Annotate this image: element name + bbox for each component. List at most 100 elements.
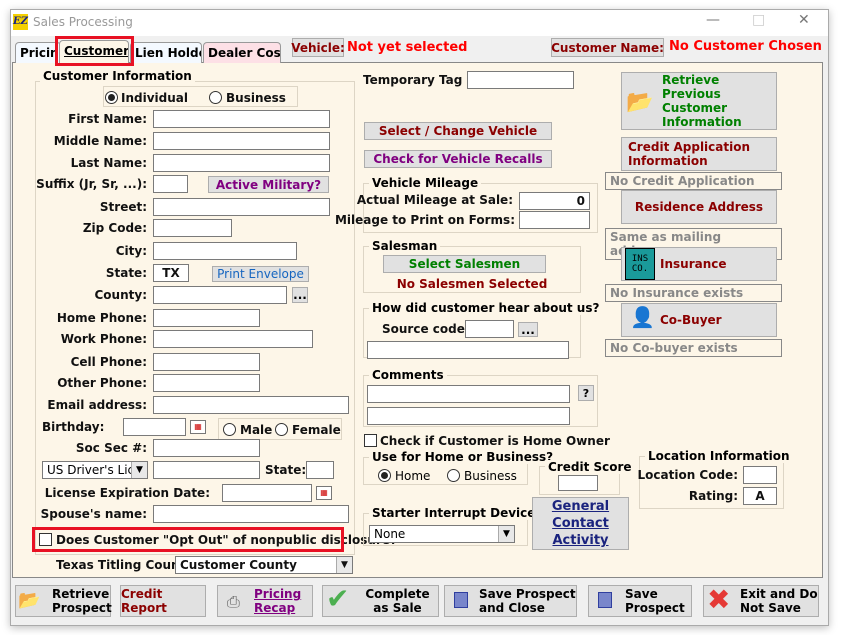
calendar-icon[interactable]: ▦ [316, 486, 332, 500]
spouse-input[interactable] [153, 505, 349, 523]
close-button[interactable]: ✕ [798, 12, 810, 28]
actual-mileage-input[interactable]: 0 [519, 192, 590, 210]
credit-application-button[interactable]: Credit Application Information [621, 137, 777, 171]
print-mileage-label: Mileage to Print on Forms: [334, 213, 515, 227]
other-phone-input[interactable] [153, 374, 260, 392]
suffix-input[interactable] [153, 175, 188, 193]
home-radio[interactable] [378, 469, 391, 482]
business-radio[interactable] [209, 91, 222, 104]
red-x-icon: ✖ [707, 583, 731, 616]
female-label: Female [292, 423, 341, 437]
select-vehicle-button[interactable]: Select / Change Vehicle [364, 122, 552, 140]
vehicle-button[interactable]: Vehicle: [291, 38, 345, 57]
starter-value: None [374, 527, 406, 541]
highlight-customer-tab [55, 36, 134, 66]
active-military-button[interactable]: Active Military? [208, 176, 329, 193]
comments-title: Comments [369, 368, 447, 382]
work-phone-input[interactable] [153, 330, 313, 348]
customer-information-title: Customer Information [40, 69, 195, 83]
calendar-icon[interactable]: ▦ [190, 420, 206, 434]
maximize-button[interactable]: □ [752, 12, 765, 28]
vehicle-recalls-button[interactable]: Check for Vehicle Recalls [364, 150, 552, 168]
source-code-label: Source code: [382, 322, 470, 336]
window-title: Sales Processing [33, 15, 133, 29]
retrieve-previous-label: Retrieve Previous Customer Information [662, 73, 742, 129]
street-input[interactable] [153, 198, 330, 216]
retrieve-prospect-label: Retrieve Prospect [52, 587, 112, 615]
general-contact-button[interactable]: General Contact Activity [532, 497, 629, 550]
tab-dealer-costs[interactable]: Dealer Costs [203, 42, 281, 63]
dl-state-label: State: [265, 463, 307, 477]
select-salesmen-button[interactable]: Select Salesmen [383, 255, 546, 273]
source-code-input[interactable] [465, 320, 514, 338]
credit-score-input[interactable] [558, 475, 598, 491]
floppy-disk-icon [454, 592, 468, 608]
customer-name-value: No Customer Chosen [669, 39, 822, 54]
license-exp-input[interactable] [222, 484, 312, 502]
city-input[interactable] [153, 242, 297, 260]
starter-select[interactable]: None ▼ [369, 525, 515, 543]
first-name-input[interactable] [153, 110, 330, 128]
suffix-label: Suffix (Jr, Sr, ...): [36, 177, 147, 191]
county-input[interactable] [153, 286, 287, 304]
residence-address-button[interactable]: Residence Address [621, 190, 777, 224]
female-radio[interactable] [275, 423, 288, 436]
floppy-disk-icon [598, 592, 612, 608]
birthday-input[interactable] [123, 418, 186, 436]
print-mileage-input[interactable] [519, 211, 590, 229]
temp-tag-label: Temporary Tag #: [363, 73, 482, 87]
actual-mileage-label: Actual Mileage at Sale: [356, 193, 513, 207]
salesman-title: Salesman [369, 239, 441, 253]
insurance-book-icon: INS CO. [625, 248, 655, 280]
comments-input-1[interactable] [367, 385, 570, 403]
individual-radio[interactable] [105, 91, 118, 104]
business-use-radio[interactable] [447, 469, 460, 482]
business-use-label: Business [464, 469, 517, 483]
home-owner-checkbox[interactable] [364, 434, 377, 447]
titling-county-select[interactable]: Customer County ▼ [175, 556, 353, 574]
soc-sec-input[interactable] [153, 439, 260, 457]
county-lookup-button[interactable]: ... [292, 287, 308, 303]
license-exp-label: License Expiration Date: [44, 486, 210, 500]
help-button[interactable]: ? [578, 385, 594, 401]
home-owner-label: Check if Customer is Home Owner [380, 434, 610, 448]
rating-input[interactable]: A [743, 487, 777, 505]
location-code-input[interactable] [743, 466, 777, 484]
rating-label: Rating: [688, 489, 738, 503]
birthday-label: Birthday: [42, 420, 105, 434]
pricing-recap-label: Pricing Recap [254, 587, 302, 615]
other-phone-label: Other Phone: [57, 376, 147, 390]
checkmark-icon: ✔ [326, 582, 350, 615]
license-number-input[interactable] [153, 461, 260, 479]
home-phone-input[interactable] [153, 309, 260, 327]
starter-title: Starter Interrupt Device [369, 506, 539, 520]
minimize-button[interactable]: — [706, 12, 720, 28]
credit-report-button[interactable]: Credit Report [120, 585, 206, 617]
dl-state-input[interactable] [306, 461, 334, 479]
middle-name-input[interactable] [153, 132, 330, 150]
zip-input[interactable] [153, 219, 232, 237]
last-name-input[interactable] [153, 154, 330, 172]
county-label: County: [94, 288, 148, 302]
male-radio[interactable] [223, 423, 236, 436]
source-code-lookup-button[interactable]: ... [518, 322, 538, 337]
comments-input-2[interactable] [367, 407, 570, 425]
cell-phone-input[interactable] [153, 353, 260, 371]
home-phone-label: Home Phone: [56, 311, 147, 325]
home-label: Home [395, 469, 431, 483]
zip-label: Zip Code: [82, 221, 147, 235]
source-description-input[interactable] [367, 341, 569, 359]
state-input[interactable]: TX [153, 264, 189, 282]
soc-sec-label: Soc Sec #: [75, 441, 147, 455]
street-label: Street: [99, 200, 147, 214]
id-type-select[interactable]: US Driver's Lic ▼ [42, 461, 148, 479]
titling-county-value: Customer County [180, 558, 297, 572]
customer-name-button[interactable]: Customer Name: [551, 38, 664, 57]
print-envelope-button[interactable]: Print Envelope [212, 266, 309, 282]
temp-tag-input[interactable] [467, 71, 574, 89]
email-input[interactable] [153, 396, 349, 414]
complete-sale-label: Complete as Sale [365, 587, 430, 615]
folder-icon: 📂 [626, 90, 654, 115]
city-label: City: [115, 244, 147, 258]
tab-lien-holder[interactable]: Lien Holder [130, 42, 202, 63]
